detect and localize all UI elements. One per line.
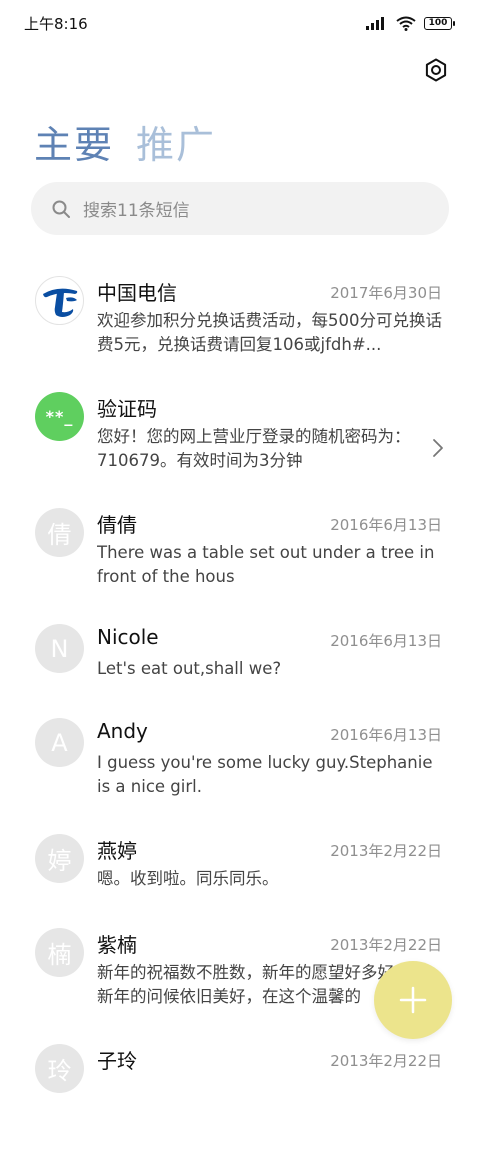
message-preview: 嗯。收到啦。同乐同乐。 bbox=[97, 869, 279, 888]
status-icons: 100 bbox=[366, 16, 455, 31]
message-item[interactable]: 玲 子玲 2013年2月22日 bbox=[0, 1034, 480, 1150]
message-sender: 验证码 bbox=[97, 397, 157, 421]
tab-primary[interactable]: 主要 bbox=[34, 114, 114, 169]
avatar: 玲 bbox=[35, 1044, 84, 1093]
message-item[interactable]: 婷 燕婷 2013年2月22日 嗯。收到啦。同乐同乐。 bbox=[0, 824, 480, 918]
message-sender: Andy bbox=[97, 719, 148, 743]
search-input[interactable]: 搜索11条短信 bbox=[31, 182, 449, 235]
message-sender: Nicole bbox=[97, 625, 159, 649]
avatar: A bbox=[35, 718, 84, 767]
message-date: 2013年2月22日 bbox=[330, 936, 442, 954]
message-sender: 紫楠 bbox=[97, 933, 137, 957]
status-time: 上午8:16 bbox=[24, 14, 88, 33]
message-preview: 您好！您的网上营业厅登录的随机密码为：710679。有效时间为3分钟 bbox=[97, 427, 411, 470]
message-sender: 子玲 bbox=[97, 1049, 137, 1073]
message-sender: 中国电信 bbox=[97, 281, 177, 305]
message-date: 2016年6月13日 bbox=[330, 726, 442, 744]
china-telecom-logo-icon bbox=[35, 276, 84, 325]
signal-icon bbox=[366, 17, 384, 30]
avatar: 倩 bbox=[35, 508, 84, 557]
search-placeholder: 搜索11条短信 bbox=[83, 201, 190, 221]
tab-bar: 主要 推广 bbox=[34, 114, 216, 169]
message-item[interactable]: **_ 验证码 您好！您的网上营业厅登录的随机密码为：710679。有效时间为3… bbox=[0, 382, 480, 498]
message-item[interactable]: A Andy 2016年6月13日 I guess you're some lu… bbox=[0, 708, 480, 824]
message-item[interactable]: 中国电信 2017年6月30日 欢迎参加积分兑换话费活动，每500分可兑换话费5… bbox=[0, 266, 480, 382]
settings-icon bbox=[425, 58, 447, 82]
message-date: 2013年2月22日 bbox=[330, 1052, 442, 1070]
battery-icon: 100 bbox=[424, 16, 455, 30]
message-date: 2016年6月13日 bbox=[330, 632, 442, 650]
message-item[interactable]: 倩 倩倩 2016年6月13日 There was a table set ou… bbox=[0, 498, 480, 614]
message-date: 2017年6月30日 bbox=[330, 284, 442, 302]
battery-level: 100 bbox=[428, 18, 448, 28]
avatar: 婷 bbox=[35, 834, 84, 883]
new-message-button[interactable] bbox=[374, 961, 452, 1039]
tab-promotions[interactable]: 推广 bbox=[136, 114, 216, 169]
wifi-icon bbox=[396, 16, 416, 31]
message-item[interactable]: N Nicole 2016年6月13日 Let's eat out,shall … bbox=[0, 614, 480, 708]
settings-button[interactable] bbox=[422, 56, 450, 84]
avatar: **_ bbox=[35, 392, 84, 441]
chevron-right-icon[interactable] bbox=[432, 438, 444, 458]
avatar: N bbox=[35, 624, 84, 673]
message-date: 2016年6月13日 bbox=[330, 516, 442, 534]
message-sender: 燕婷 bbox=[97, 839, 137, 863]
message-sender: 倩倩 bbox=[97, 513, 137, 537]
search-icon bbox=[52, 200, 70, 218]
message-preview: There was a table set out under a tree i… bbox=[97, 543, 435, 586]
plus-icon bbox=[399, 986, 427, 1014]
message-preview: I guess you're some lucky guy.Stephanie … bbox=[97, 753, 433, 796]
message-date: 2013年2月22日 bbox=[330, 842, 442, 860]
message-preview: 欢迎参加积分兑换话费活动，每500分可兑换话费5元，兑换话费请回复106或jfd… bbox=[97, 311, 442, 354]
status-bar: 上午8:16 100 bbox=[0, 0, 480, 46]
message-preview: Let's eat out,shall we? bbox=[97, 659, 282, 678]
avatar: 楠 bbox=[35, 928, 84, 977]
